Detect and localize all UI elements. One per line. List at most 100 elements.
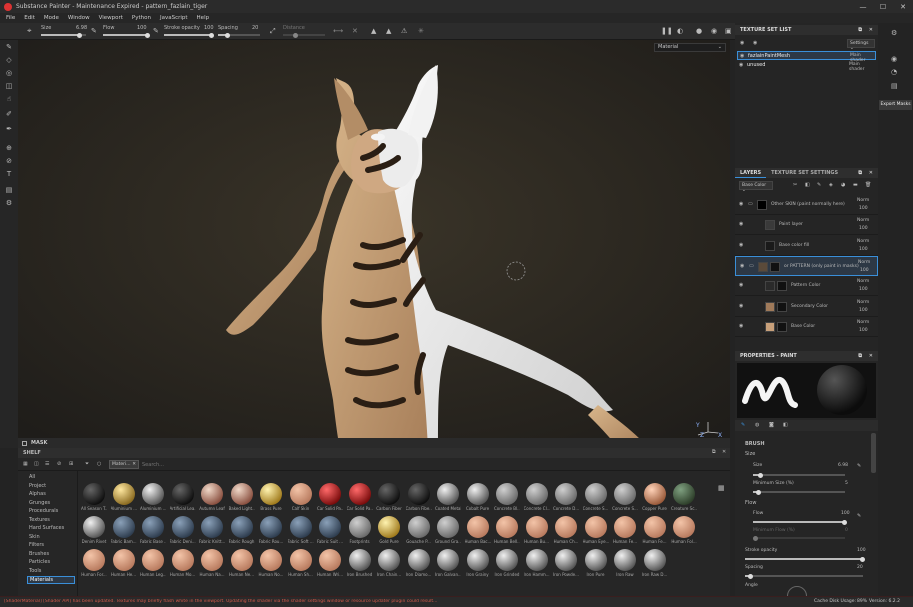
layer-visibility-eye-icon[interactable]: ◉ bbox=[739, 303, 743, 309]
visibility-eye-icon[interactable]: ◉ bbox=[740, 40, 744, 46]
pen-pressure-icon-2[interactable]: ✎ bbox=[857, 513, 861, 519]
mirror-y-icon[interactable]: ▲ bbox=[386, 27, 391, 35]
clone-tool-icon[interactable]: ✐ bbox=[5, 110, 13, 118]
layer-mask-thumbnail[interactable] bbox=[777, 321, 787, 332]
material-thumbnail[interactable] bbox=[319, 483, 341, 505]
material-thumbnail[interactable] bbox=[584, 516, 607, 538]
material-thumbnail[interactable] bbox=[142, 516, 164, 538]
spacing-slider[interactable] bbox=[218, 32, 260, 38]
layer-blend-mode[interactable]: Norm bbox=[857, 218, 869, 223]
brush-preview[interactable] bbox=[737, 363, 876, 418]
material-thumbnail[interactable] bbox=[142, 483, 164, 505]
texture-set-row-2[interactable]: ◉ unused Main shader bbox=[737, 61, 876, 72]
material-thumbnail[interactable] bbox=[289, 483, 312, 505]
add-smart-material-icon[interactable]: ◕ bbox=[841, 182, 845, 188]
material-thumbnail[interactable] bbox=[407, 516, 430, 538]
material-thumbnail[interactable] bbox=[378, 549, 400, 571]
symmetry-icon[interactable]: ⟷ bbox=[333, 27, 343, 35]
layer-opacity[interactable]: 100 bbox=[860, 268, 869, 273]
float-panel-icon[interactable]: ⧉ bbox=[858, 353, 862, 359]
add-fill-layer-icon[interactable]: ◈ bbox=[829, 182, 833, 188]
shelf-category-project[interactable]: Project bbox=[29, 483, 46, 489]
layer-mask-thumbnail[interactable] bbox=[777, 301, 787, 312]
eraser-tool-icon[interactable]: ◇ bbox=[5, 56, 13, 64]
menu-window[interactable]: Window bbox=[68, 15, 90, 21]
material-thumbnail[interactable] bbox=[260, 549, 282, 571]
brush-preset-icon[interactable]: ⌖ bbox=[27, 26, 32, 36]
log-icon[interactable]: ▤ bbox=[891, 82, 898, 90]
material-thumbnail[interactable] bbox=[83, 516, 105, 538]
pause-render-icon[interactable]: ❚❚ bbox=[661, 27, 673, 35]
shelf-category-all[interactable]: All bbox=[29, 474, 35, 480]
layer-row[interactable]: ◉ ▭ Other SKIN (paint normally here) Norm 10… bbox=[735, 195, 878, 215]
prop-spacing-value[interactable]: 20 bbox=[857, 565, 863, 570]
material-thumbnail[interactable] bbox=[643, 483, 666, 505]
layer-opacity[interactable]: 100 bbox=[859, 206, 868, 211]
paint-brush-tool-icon[interactable]: ✎ bbox=[5, 43, 13, 51]
maximize-button[interactable]: ☐ bbox=[873, 0, 893, 13]
save-icon[interactable]: ▤ bbox=[5, 186, 13, 194]
alpha-tab-icon[interactable]: ◍ bbox=[755, 422, 759, 428]
material-thumbnail[interactable] bbox=[289, 516, 312, 538]
stroke-opacity-value[interactable]: 100 bbox=[204, 25, 214, 31]
prop-min-size-value[interactable]: 5 bbox=[845, 481, 848, 486]
close-panel-icon[interactable]: ✕ bbox=[722, 449, 726, 455]
layer-row[interactable]: ◉ Base color fill Norm 100 bbox=[735, 236, 878, 256]
material-thumbnail[interactable] bbox=[614, 549, 636, 571]
prop-min-flow-value[interactable]: 0 bbox=[845, 528, 848, 533]
material-thumbnail[interactable] bbox=[83, 483, 105, 505]
size-slider[interactable] bbox=[41, 32, 86, 38]
history-icon[interactable]: ◔ bbox=[891, 68, 897, 76]
shelf-category-alphas[interactable]: Alphas bbox=[29, 491, 46, 497]
tab-layers[interactable]: LAYERS bbox=[735, 168, 767, 178]
material-thumbnail[interactable] bbox=[201, 483, 223, 505]
layer-visibility-eye-icon[interactable]: ◉ bbox=[739, 221, 743, 227]
pen-pressure-icon-2[interactable]: ✎ bbox=[153, 27, 159, 35]
close-button[interactable]: ✕ bbox=[893, 0, 913, 13]
shelf-category-filters[interactable]: Filters bbox=[29, 542, 44, 548]
iray-icon[interactable]: ◐ bbox=[677, 27, 683, 35]
material-thumbnail[interactable] bbox=[201, 516, 223, 538]
material-thumbnail[interactable] bbox=[289, 549, 312, 571]
close-panel-icon[interactable]: ✕ bbox=[869, 27, 873, 33]
close-panel-icon[interactable]: ✕ bbox=[869, 353, 873, 359]
menu-python[interactable]: Python bbox=[132, 15, 151, 21]
material-thumbnail[interactable] bbox=[319, 516, 341, 538]
layer-visibility-eye-icon[interactable]: ◉ bbox=[739, 242, 743, 248]
material-thumbnail[interactable] bbox=[496, 549, 518, 571]
material-thumbnail[interactable] bbox=[230, 549, 253, 571]
material-thumbnail[interactable] bbox=[112, 549, 135, 571]
material-thumbnail[interactable] bbox=[83, 549, 105, 571]
layer-visibility-eye-icon[interactable]: ◉ bbox=[740, 263, 744, 269]
layer-blend-mode[interactable]: Norm bbox=[857, 198, 869, 203]
material-thumbnail[interactable] bbox=[230, 516, 253, 538]
material-thumbnail[interactable] bbox=[112, 516, 135, 538]
folder-icon[interactable]: ▭ bbox=[748, 201, 753, 207]
smudge-tool-icon[interactable]: ☝ bbox=[5, 95, 13, 103]
material-thumbnail[interactable] bbox=[466, 483, 489, 505]
stencil-tab-icon[interactable]: ◙ bbox=[769, 422, 774, 428]
minimize-button[interactable]: — bbox=[853, 0, 873, 13]
menu-mode[interactable]: Mode bbox=[44, 15, 59, 21]
material-thumbnail[interactable] bbox=[525, 483, 548, 505]
material-thumbnail[interactable] bbox=[407, 549, 430, 571]
float-panel-icon[interactable]: ⧉ bbox=[858, 170, 862, 176]
material-thumbnail[interactable] bbox=[171, 516, 194, 538]
float-panel-icon[interactable]: ⧉ bbox=[858, 27, 862, 33]
menu-edit[interactable]: Edit bbox=[24, 15, 35, 21]
shelf-category-materials[interactable]: Materials bbox=[27, 576, 75, 584]
texture-set-settings-select[interactable]: Settings ⌄ bbox=[847, 39, 875, 51]
shelf-search-input[interactable] bbox=[142, 460, 322, 469]
add-paint-layer-icon[interactable]: ✎ bbox=[817, 182, 821, 188]
display-settings-icon[interactable]: ◉ bbox=[891, 55, 897, 63]
layer-visibility-eye-icon[interactable]: ◉ bbox=[739, 282, 743, 288]
prop-min-size-slider[interactable] bbox=[753, 489, 845, 495]
material-thumbnail[interactable] bbox=[643, 549, 666, 571]
solo-eye-icon[interactable]: ◉ bbox=[753, 40, 757, 46]
texture-set-row-1[interactable]: ◉ fazlainPaintMesh Main shader bbox=[737, 51, 876, 63]
shelf-category-hard-surfaces[interactable]: Hard Surfaces bbox=[29, 525, 64, 531]
settings-gear-icon[interactable]: ⚙ bbox=[5, 199, 13, 207]
prop-flow-value[interactable]: 100 bbox=[841, 511, 850, 516]
prop-min-flow-slider[interactable] bbox=[753, 535, 845, 541]
projection-tool-icon[interactable]: ◎ bbox=[5, 69, 13, 77]
